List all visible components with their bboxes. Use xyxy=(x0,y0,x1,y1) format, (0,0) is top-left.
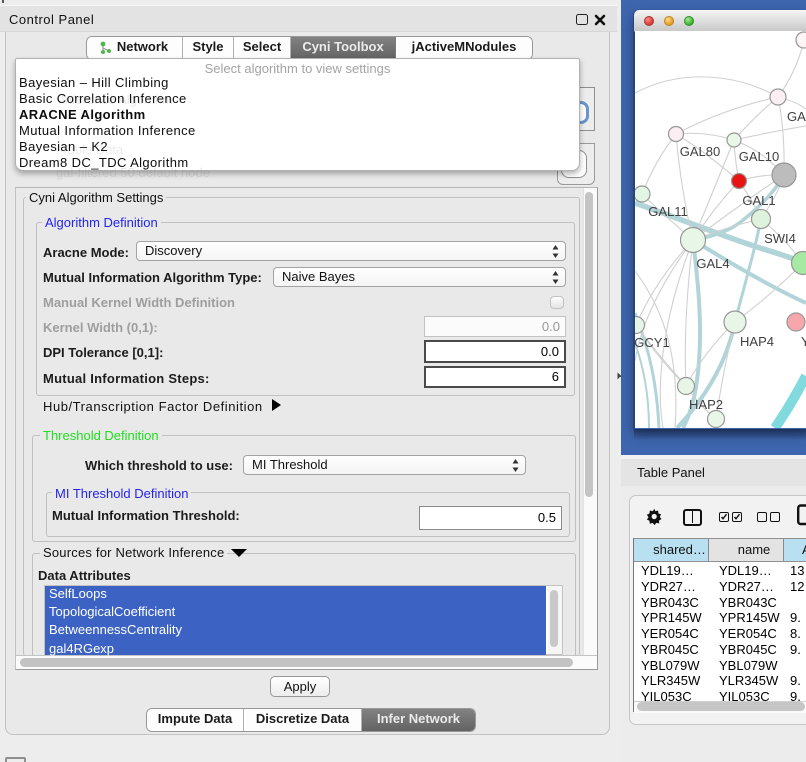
svg-text:YJR: YJR xyxy=(801,334,806,349)
svg-text:GAL4: GAL4 xyxy=(696,256,729,271)
svg-text:HAP4: HAP4 xyxy=(740,334,774,349)
svg-text:GAL80: GAL80 xyxy=(680,144,720,159)
svg-text:GAL1: GAL1 xyxy=(742,193,775,208)
svg-text:GAL2: GAL2 xyxy=(787,109,806,124)
svg-text:GAL11: GAL11 xyxy=(648,204,688,219)
svg-text:SWI4: SWI4 xyxy=(764,231,796,246)
svg-text:GCY1: GCY1 xyxy=(635,335,670,350)
svg-text:HAP2: HAP2 xyxy=(689,397,723,412)
svg-text:GAL10: GAL10 xyxy=(739,149,779,164)
